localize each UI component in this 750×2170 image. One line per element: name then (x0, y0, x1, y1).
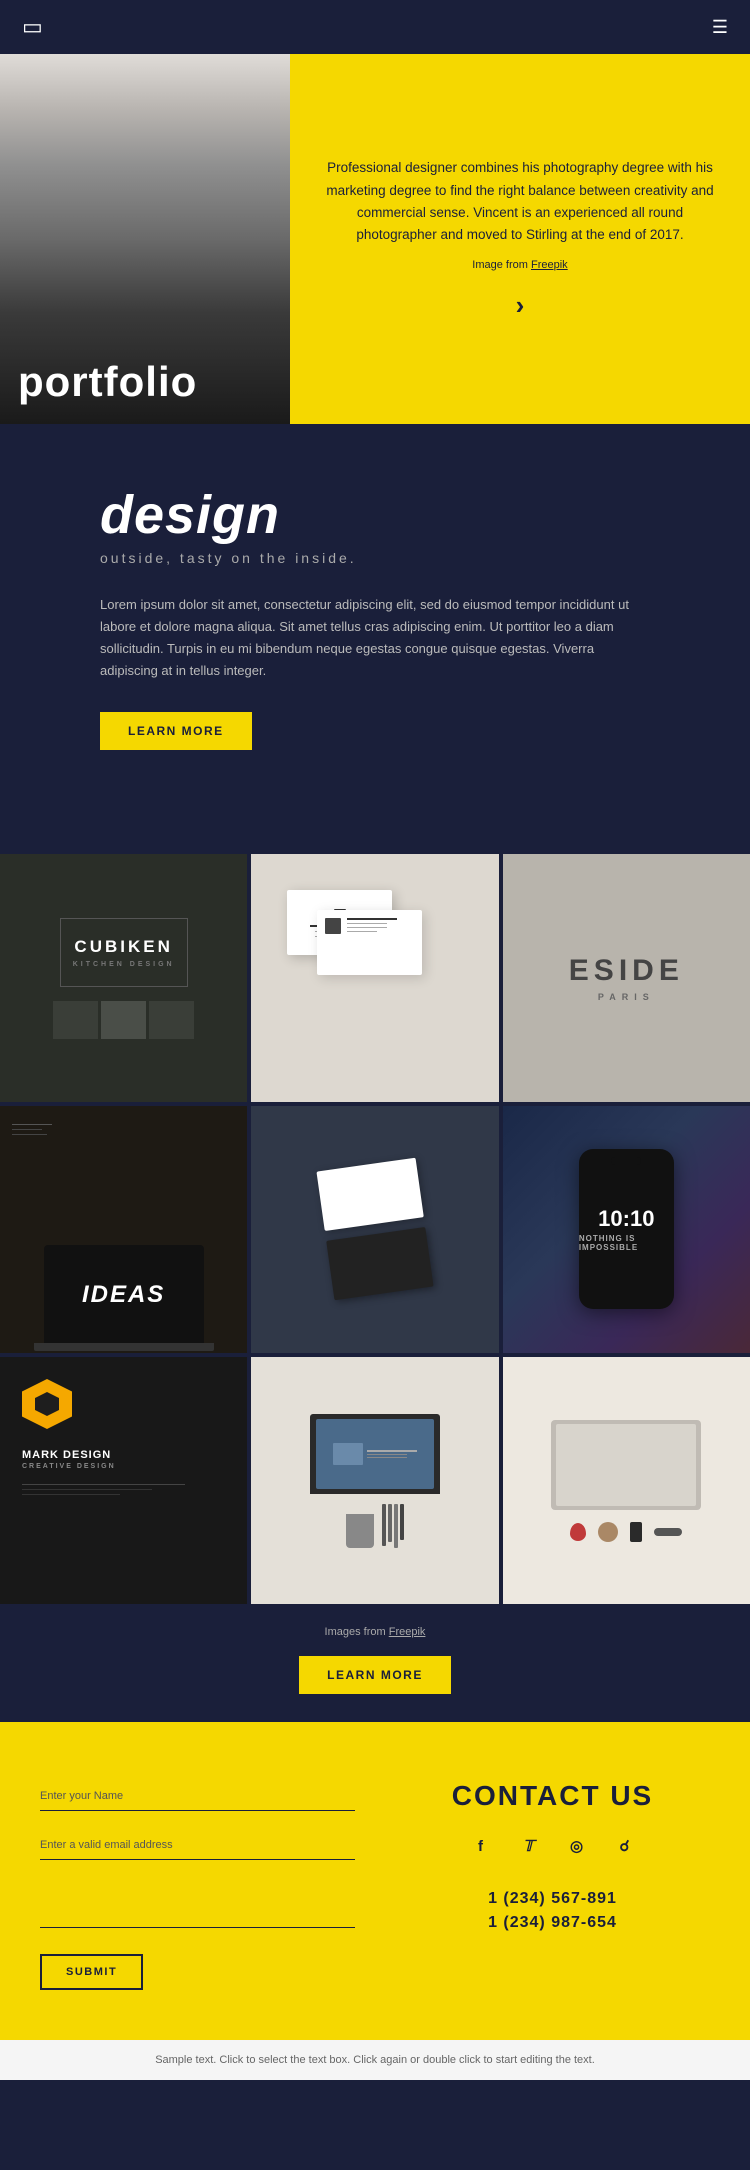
design-subheading: outside, tasty on the inside. (100, 550, 650, 566)
design-card-hex (22, 1379, 72, 1429)
phone-1: 1 (234) 567-891 (488, 1890, 617, 1908)
submit-button[interactable]: SUBMIT (40, 1954, 143, 1990)
contact-section: SUBMIT CONTACT US f 𝕋 ◎ ☌ 1 (234) 567-89… (0, 1722, 750, 2040)
contact-phones: 1 (234) 567-891 1 (234) 987-654 (488, 1890, 617, 1932)
grid-item-stationery[interactable] (251, 1357, 498, 1604)
freepik-link[interactable]: Freepik (531, 259, 568, 271)
phone-mockup: 10:10 NOTHING IS IMPOSSIBLE (579, 1149, 674, 1309)
design-heading: design (100, 484, 650, 546)
hero-description: Professional designer combines his photo… (318, 157, 722, 246)
grid-item-design-card[interactable]: MARK DESIGN CREATIVE DESIGN (0, 1357, 247, 1604)
portfolio-footer: Images from Freepik LEARN MORE (0, 1608, 750, 1722)
design-card-name: MARK DESIGN (22, 1449, 111, 1461)
eside-brand-name: ESIDE (569, 954, 684, 988)
hero-text-col: Professional designer combines his photo… (290, 54, 750, 424)
email-input[interactable] (40, 1829, 355, 1860)
grid-item-workspace[interactable] (503, 1357, 750, 1604)
instagram-icon[interactable]: ☌ (609, 1830, 641, 1862)
design-section: design outside, tasty on the inside. Lor… (0, 424, 750, 810)
hero-image-wrapper: portfolio (0, 54, 290, 424)
vimeo-icon[interactable]: ◎ (561, 1830, 593, 1862)
phone-date: NOTHING IS IMPOSSIBLE (579, 1234, 674, 1252)
design-card-sub: CREATIVE DESIGN (22, 1463, 116, 1470)
ideas-text: IDEAS (82, 1281, 165, 1309)
message-input[interactable] (40, 1878, 355, 1928)
contact-info: CONTACT US f 𝕋 ◎ ☌ 1 (234) 567-891 1 (23… (395, 1772, 710, 1990)
name-input[interactable] (40, 1780, 355, 1811)
learn-more-button[interactable]: LEARN MORE (100, 712, 252, 750)
grid-item-cubiken[interactable]: CUBIKEN KITCHEN DESIGN (0, 854, 247, 1101)
twitter-icon[interactable]: 𝕋 (513, 1830, 545, 1862)
cubiken-brand-sub: KITCHEN DESIGN (73, 961, 175, 968)
footer: Sample text. Click to select the text bo… (0, 2040, 750, 2080)
grid-item-bizcard2[interactable] (251, 1106, 498, 1353)
hero-section: portfolio Professional designer combines… (0, 54, 750, 424)
grid-item-phone[interactable]: 10:10 NOTHING IS IMPOSSIBLE (503, 1106, 750, 1353)
footer-note: Sample text. Click to select the text bo… (155, 2054, 595, 2066)
portfolio-credit: Images from Freepik (0, 1626, 750, 1638)
eside-brand-sub: PARIS (598, 992, 655, 1002)
facebook-icon[interactable]: f (465, 1830, 497, 1862)
social-icons: f 𝕋 ◎ ☌ (465, 1830, 641, 1862)
portfolio-freepik-link[interactable]: Freepik (389, 1626, 426, 1638)
contact-us-heading: CONTACT US (452, 1780, 653, 1812)
portfolio-grid: CUBIKEN KITCHEN DESIGN (0, 850, 750, 1608)
grid-item-bizcard[interactable] (251, 854, 498, 1101)
phone-2: 1 (234) 987-654 (488, 1914, 617, 1932)
grid-item-ideas[interactable]: IDEAS (0, 1106, 247, 1353)
hero-photo: portfolio (0, 54, 290, 424)
hero-title: portfolio (18, 358, 197, 405)
phone-notch (611, 1157, 641, 1165)
design-body: Lorem ipsum dolor sit amet, consectetur … (100, 594, 650, 682)
hero-arrow: › (318, 287, 722, 325)
header: ▭ ☰ (0, 0, 750, 54)
menu-icon[interactable]: ☰ (712, 17, 728, 38)
portfolio-grid-section: CUBIKEN KITCHEN DESIGN (0, 810, 750, 1722)
portfolio-learn-more-button[interactable]: LEARN MORE (299, 1656, 451, 1694)
phone-time: 10:10 (598, 1206, 654, 1232)
grid-item-eside[interactable]: ESIDE PARIS (503, 854, 750, 1101)
hero-photo-overlay: portfolio (0, 348, 290, 424)
contact-form: SUBMIT (40, 1772, 355, 1990)
hero-next-button[interactable]: › (501, 287, 539, 325)
logo-icon[interactable]: ▭ (22, 14, 43, 40)
hero-image-credit: Image from Freepik (318, 259, 722, 271)
cubiken-brand-name: CUBIKEN (74, 937, 172, 957)
